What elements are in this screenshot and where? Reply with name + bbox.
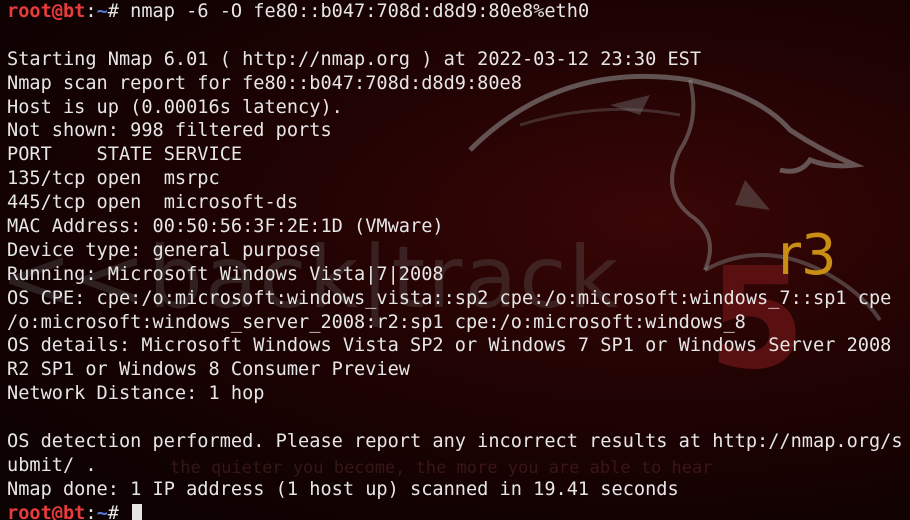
terminal-output: root@bt:~# nmap -6 -O fe80::b047:708d:d8… xyxy=(7,0,910,520)
prompt-user-host: root@bt xyxy=(7,502,86,520)
output-line: /o:microsoft:windows_server_2008:r2:sp1 … xyxy=(7,311,746,333)
output-line: OS details: Microsoft Windows Vista SP2 … xyxy=(7,335,892,357)
output-line: 135/tcp open msrpc xyxy=(7,168,220,190)
output-line: Device type: general purpose xyxy=(7,239,321,261)
output-line: Host is up (0.00016s latency). xyxy=(7,96,343,118)
prompt-separator: : xyxy=(85,502,97,520)
output-line: Nmap scan report for fe80::b047:708d:d8d… xyxy=(7,72,522,94)
output-line: 445/tcp open microsoft-ds xyxy=(7,192,299,214)
output-line: R2 SP1 or Windows 8 Consumer Preview xyxy=(7,359,410,381)
output-line: MAC Address: 00:50:56:3F:2E:1D (VMware) xyxy=(7,216,444,238)
prompt-line[interactable]: root@bt:~# xyxy=(7,502,910,520)
output-line: OS CPE: cpe:/o:microsoft:windows_vista::… xyxy=(7,287,892,309)
command-line: root@bt:~# nmap -6 -O fe80::b047:708d:d8… xyxy=(7,0,910,24)
output-line: Running: Microsoft Windows Vista|7|2008 xyxy=(7,263,444,285)
terminal-window[interactable]: <<back|track 5 r3 the quieter you become… xyxy=(0,0,910,520)
text-cursor xyxy=(132,503,143,520)
output-line: Not shown: 998 filtered ports xyxy=(7,120,332,142)
prompt-path: ~ xyxy=(96,502,108,520)
output-line: OS detection performed. Please report an… xyxy=(7,431,903,453)
prompt-symbol: # xyxy=(107,1,131,22)
prompt-path: ~ xyxy=(96,1,108,22)
output-line: Nmap done: 1 IP address (1 host up) scan… xyxy=(7,478,679,500)
output-line: Starting Nmap 6.01 ( http://nmap.org ) a… xyxy=(7,48,702,70)
prompt-symbol: # xyxy=(107,502,131,520)
prompt-separator: : xyxy=(85,1,97,22)
output-line: ubmit/ . xyxy=(7,454,97,476)
output-line: PORT STATE SERVICE xyxy=(7,144,243,166)
prompt-user-host: root@bt xyxy=(7,1,86,22)
command-text: nmap -6 -O fe80::b047:708d:d8d9:80e8%eth… xyxy=(130,1,590,22)
output-line: Network Distance: 1 hop xyxy=(7,383,265,405)
